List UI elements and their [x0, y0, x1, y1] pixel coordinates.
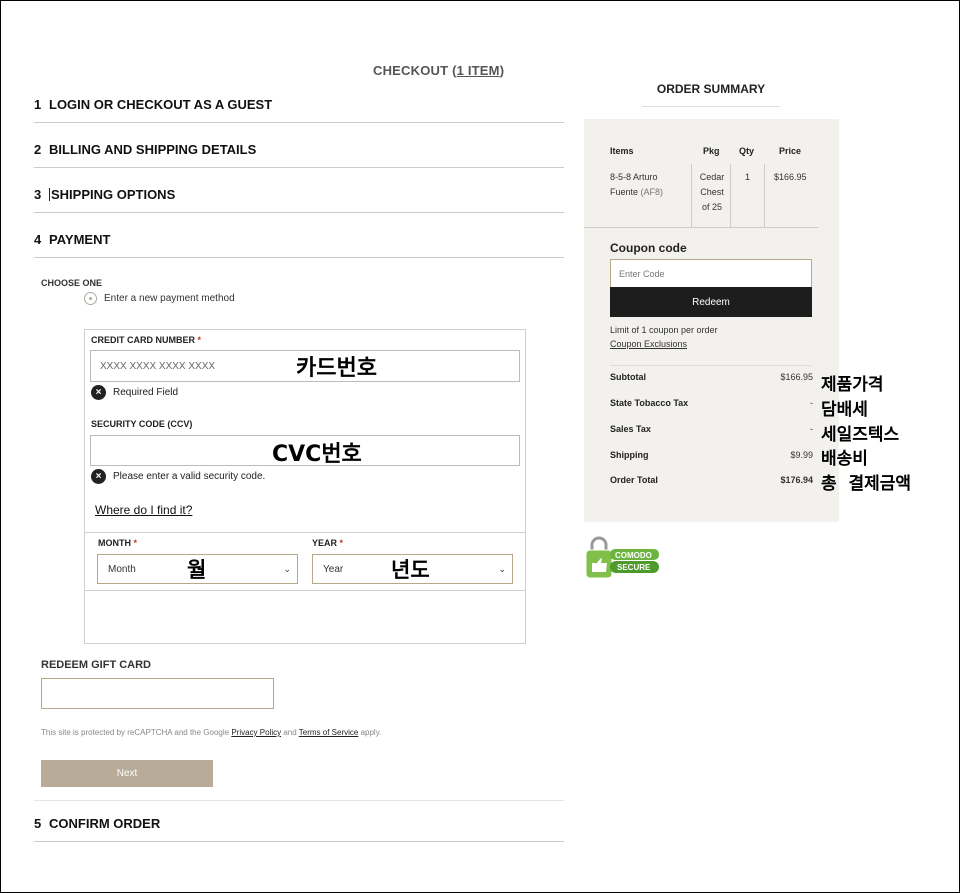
chevron-down-icon: ⌄: [498, 564, 506, 574]
order-summary-title: ORDER SUMMARY: [642, 82, 780, 107]
month-value: Month: [108, 563, 136, 575]
item-price: $166.95: [774, 172, 807, 182]
coupon-placeholder: Enter Code: [619, 268, 665, 279]
step-label: CONFIRM ORDER: [49, 816, 161, 831]
item-pkg: Cedar Chest of 25: [699, 172, 725, 212]
card-number-error: × Required Field: [91, 385, 178, 400]
column-divider: [764, 164, 765, 227]
shipping-value: $9.99: [790, 450, 813, 460]
chevron-down-icon: ⌄: [283, 564, 291, 574]
checkout-title: CHECKOUT (1 ITEM): [373, 63, 505, 78]
year-annotation: 년도: [391, 558, 430, 582]
security-code-annotation: CVC번호: [272, 442, 362, 467]
column-divider: [730, 164, 731, 227]
totals-divider: [610, 365, 812, 366]
step-billing-shipping[interactable]: 2 BILLING AND SHIPPING DETAILS: [34, 140, 564, 168]
col-price: Price: [779, 146, 802, 156]
card-number-label: CREDIT CARD NUMBER *: [91, 335, 202, 345]
badge-line-1: COMODO: [615, 551, 652, 560]
shipping-annotation: 배송비: [821, 449, 868, 469]
comodo-secure-badge: COMODO SECURE: [585, 536, 659, 579]
item-qty: 1: [745, 172, 751, 182]
error-text: Please enter a valid security code.: [113, 471, 266, 482]
order-total-label: Order Total: [610, 475, 658, 485]
tobacco-tax-value: -: [810, 398, 813, 408]
col-items: Items: [610, 146, 634, 156]
card-number-annotation: 카드번호: [296, 356, 377, 381]
month-label: MONTH *: [98, 538, 138, 548]
security-code-label: SECURITY CODE (CCV): [91, 419, 193, 429]
item-name: 8-5-8 Arturo Fuente (AF8): [610, 172, 664, 197]
text-cursor: [49, 188, 50, 201]
subtotal-annotation: 제품가격: [821, 375, 884, 395]
row-divider: [584, 227, 818, 228]
month-annotation: 월: [187, 558, 207, 582]
badge-line-2: SECURE: [617, 563, 651, 572]
tobacco-tax-label: State Tobacco Tax: [610, 398, 689, 408]
coupon-title: Coupon code: [610, 241, 687, 255]
sales-tax-value: -: [810, 424, 813, 434]
error-text: Required Field: [113, 387, 179, 398]
col-qty: Qty: [739, 146, 755, 156]
card-number-placeholder: XXXX XXXX XXXX XXXX: [100, 360, 216, 372]
radio-button[interactable]: [84, 292, 97, 305]
step-label: SHIPPING OPTIONS: [51, 187, 176, 202]
privacy-policy-link[interactable]: Privacy Policy: [231, 728, 281, 737]
subtotal-label: Subtotal: [610, 372, 646, 382]
step-login[interactable]: 1 LOGIN OR CHECKOUT AS A GUEST: [34, 95, 564, 123]
where-find-link[interactable]: Where do I find it?: [95, 503, 192, 517]
step-label: BILLING AND SHIPPING DETAILS: [49, 142, 257, 157]
coupon-code-input[interactable]: Enter Code: [610, 259, 812, 288]
gift-card-input[interactable]: [41, 678, 274, 709]
coupon-exclusions-link[interactable]: Coupon Exclusions: [610, 339, 687, 349]
payment-option-new[interactable]: Enter a new payment method: [84, 292, 235, 305]
sales-tax-annotation: 세일즈텍스: [821, 425, 900, 445]
shipping-label: Shipping: [610, 450, 649, 460]
order-summary-panel: Items Pkg Qty Price 8-5-8 Arturo Fuente …: [584, 119, 839, 522]
tobacco-tax-annotation: 담배세: [821, 400, 868, 420]
recaptcha-notice: This site is protected by reCAPTCHA and …: [41, 728, 382, 737]
gift-card-label: REDEEM GIFT CARD: [41, 659, 151, 671]
year-label: YEAR *: [312, 538, 344, 548]
year-value: Year: [323, 563, 344, 575]
order-total-value: $176.94: [780, 475, 813, 485]
terms-of-service-link[interactable]: Terms of Service: [299, 728, 359, 737]
redeem-button[interactable]: Redeem: [610, 287, 812, 317]
item-count-link[interactable]: 1 ITEM: [457, 63, 500, 78]
subtotal-value: $166.95: [780, 372, 813, 382]
next-button[interactable]: Next: [41, 760, 213, 787]
choose-one-label: CHOOSE ONE: [41, 278, 103, 288]
step-label: PAYMENT: [49, 232, 111, 247]
col-pkg: Pkg: [703, 146, 720, 156]
order-total-annotation: 총 결제금액: [821, 474, 912, 494]
payment-option-label: Enter a new payment method: [104, 293, 235, 304]
error-icon: ×: [91, 469, 106, 484]
step-label: LOGIN OR CHECKOUT AS A GUEST: [49, 97, 273, 112]
security-code-error: × Please enter a valid security code.: [91, 469, 265, 484]
column-divider: [691, 164, 692, 227]
step-payment[interactable]: 4 PAYMENT: [34, 230, 564, 258]
step-confirm-order[interactable]: 5 CONFIRM ORDER: [34, 800, 564, 842]
error-icon: ×: [91, 385, 106, 400]
coupon-limit-text: Limit of 1 coupon per order: [610, 325, 718, 335]
step-shipping-options[interactable]: 3 SHIPPING OPTIONS: [34, 185, 564, 213]
sales-tax-label: Sales Tax: [610, 424, 651, 434]
